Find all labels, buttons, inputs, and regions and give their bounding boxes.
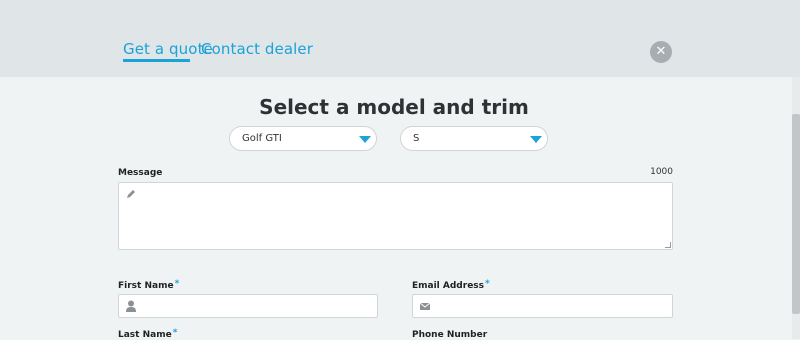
close-button[interactable]: ✕ — [650, 41, 672, 63]
required-mark: * — [485, 279, 490, 289]
email-field[interactable] — [412, 294, 673, 318]
envelope-icon — [419, 302, 431, 310]
tab-get-a-quote[interactable]: Get a quote — [123, 40, 213, 58]
trim-select[interactable]: S — [400, 126, 548, 151]
message-char-counter: 1000 — [650, 167, 673, 177]
chevron-down-icon — [530, 136, 542, 143]
email-label: Email Address* — [412, 279, 490, 291]
email-label-text: Email Address — [412, 281, 485, 291]
required-mark: * — [174, 279, 180, 289]
scrollbar-thumb[interactable] — [792, 114, 800, 314]
tab-contact-dealer[interactable]: Contact dealer — [201, 40, 313, 58]
model-select-value: Golf GTI — [242, 133, 282, 144]
message-textarea[interactable] — [118, 182, 673, 250]
chevron-down-icon — [359, 136, 371, 143]
trim-select-value: S — [413, 133, 420, 144]
pencil-icon — [127, 190, 135, 198]
model-select[interactable]: Golf GTI — [229, 126, 377, 151]
person-icon — [126, 300, 136, 312]
close-icon: ✕ — [655, 44, 667, 59]
header-bar — [0, 0, 800, 77]
message-label: Message — [118, 168, 163, 178]
first-name-field[interactable] — [118, 294, 378, 318]
first-name-label: First Name* — [118, 279, 180, 291]
scrollbar[interactable] — [792, 77, 800, 339]
active-tab-indicator — [123, 59, 190, 62]
first-name-label-text: First Name — [118, 281, 174, 291]
resize-handle[interactable] — [665, 242, 671, 248]
required-mark: * — [172, 328, 178, 338]
page-title: Select a model and trim — [259, 95, 529, 119]
